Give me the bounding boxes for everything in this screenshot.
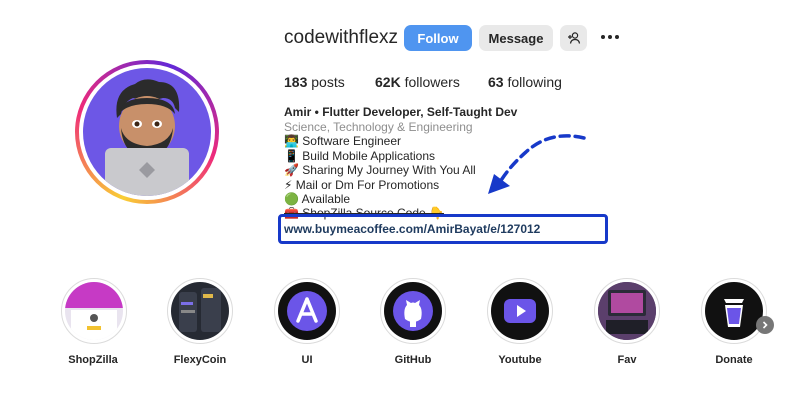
highlight-thumb xyxy=(598,282,656,340)
annotation-arrow-icon xyxy=(488,134,586,194)
add-user-icon xyxy=(567,32,580,44)
bio-line: 🚀 Sharing My Journey With You All xyxy=(284,163,476,177)
bio-line: 📱 Build Mobile Applications xyxy=(284,149,436,163)
posts-label: posts xyxy=(311,74,345,90)
highlight-flexycoin[interactable] xyxy=(167,278,233,344)
highlight-thumb xyxy=(65,282,123,340)
follow-button[interactable]: Follow xyxy=(404,25,472,51)
following-count: 63 xyxy=(488,74,504,90)
highlight-label: Donate xyxy=(715,354,753,366)
highlight-label: UI xyxy=(301,354,313,366)
highlight-github[interactable] xyxy=(380,278,446,344)
bio-line: 🟢 Available xyxy=(284,192,351,206)
github-icon xyxy=(393,291,433,331)
avatar-frame xyxy=(79,64,215,200)
following-label: following xyxy=(507,74,562,90)
highlight-thumb xyxy=(491,282,549,340)
message-button[interactable]: Message xyxy=(479,25,553,51)
add-user-button[interactable] xyxy=(560,25,587,51)
profile-avatar[interactable] xyxy=(75,60,219,204)
posts-stat: 183 posts xyxy=(284,74,345,90)
bio-link[interactable]: www.buymeacoffee.com/AmirBayat/e/127012 xyxy=(284,222,540,236)
highlight-thumb xyxy=(278,282,336,340)
highlights-next-button[interactable] xyxy=(756,316,774,334)
highlight-label: ShopZilla xyxy=(68,354,118,366)
highlight-fav[interactable] xyxy=(594,278,660,344)
highlight-youtube[interactable] xyxy=(487,278,553,344)
posts-count: 183 xyxy=(284,74,308,90)
followers-label: followers xyxy=(404,74,460,90)
highlight-label: FlexyCoin xyxy=(173,354,227,366)
followers-stat[interactable]: 62K followers xyxy=(375,74,460,90)
highlight-thumb xyxy=(171,282,229,340)
youtube-icon xyxy=(504,299,536,323)
highlight-shopzilla[interactable] xyxy=(61,278,127,344)
highlight-thumb xyxy=(384,282,442,340)
bio-category: Science, Technology & Engineering xyxy=(284,120,473,134)
followers-count: 62K xyxy=(375,74,401,90)
chevron-right-icon xyxy=(762,321,768,329)
coffee-cup-icon xyxy=(724,299,744,327)
avatar-image xyxy=(83,68,211,196)
more-options-icon[interactable] xyxy=(600,29,620,45)
highlight-label: Fav xyxy=(617,354,637,366)
highlight-thumb xyxy=(705,282,763,340)
following-stat[interactable]: 63 following xyxy=(488,74,562,90)
highlight-label: GitHub xyxy=(394,354,432,366)
highlight-ui[interactable] xyxy=(274,278,340,344)
highlight-label: Youtube xyxy=(498,354,542,366)
bio-name: Amir • Flutter Developer, Self-Taught De… xyxy=(284,105,518,119)
profile-username: codewithflexz xyxy=(284,27,399,48)
highlight-donate[interactable] xyxy=(701,278,767,344)
bio-line: ⚡ Mail or Dm For Promotions xyxy=(284,178,440,192)
appstore-icon xyxy=(287,291,327,331)
bio-line: 👨‍💻 Software Engineer xyxy=(284,134,401,148)
